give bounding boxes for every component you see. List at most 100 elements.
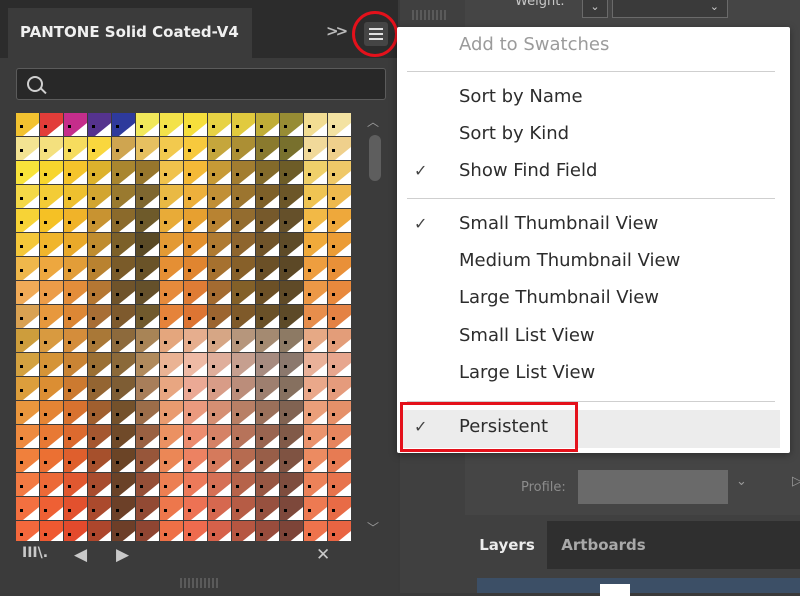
swatch-chip[interactable] — [16, 401, 40, 425]
swatch-chip[interactable] — [232, 497, 256, 521]
swatch-chip[interactable] — [40, 305, 64, 329]
swatch-chip[interactable] — [256, 473, 280, 497]
swatch-chip[interactable] — [112, 161, 136, 185]
swatch-chip[interactable] — [304, 257, 328, 281]
swatch-chip[interactable] — [280, 473, 304, 497]
swatch-chip[interactable] — [112, 425, 136, 449]
swatch-chip[interactable] — [208, 257, 232, 281]
swatch-chip[interactable] — [160, 497, 184, 521]
swatch-chip[interactable] — [136, 257, 160, 281]
swatch-chip[interactable] — [64, 521, 88, 541]
swatch-chip[interactable] — [160, 353, 184, 377]
swatch-chip[interactable] — [208, 473, 232, 497]
swatch-chip[interactable] — [64, 329, 88, 353]
swatch-chip[interactable] — [88, 305, 112, 329]
swatch-chip[interactable] — [160, 449, 184, 473]
swatch-chip[interactable] — [256, 185, 280, 209]
swatch-chip[interactable] — [208, 209, 232, 233]
swatch-chip[interactable] — [112, 113, 136, 137]
swatch-chip[interactable] — [256, 329, 280, 353]
swatch-chip[interactable] — [184, 185, 208, 209]
swatch-chip[interactable] — [112, 449, 136, 473]
swatch-chip[interactable] — [40, 233, 64, 257]
swatch-chip[interactable] — [40, 473, 64, 497]
swatch-chip[interactable] — [160, 281, 184, 305]
swatch-chip[interactable] — [280, 185, 304, 209]
swatch-chip[interactable] — [232, 329, 256, 353]
swatch-chip[interactable] — [40, 257, 64, 281]
swatch-chip[interactable] — [64, 137, 88, 161]
scroll-thumb[interactable] — [369, 135, 381, 181]
swatch-chip[interactable] — [256, 425, 280, 449]
swatch-chip[interactable] — [112, 473, 136, 497]
swatch-chip[interactable] — [112, 257, 136, 281]
profile-select[interactable] — [578, 470, 728, 504]
swatch-chip[interactable] — [64, 305, 88, 329]
swatch-chip[interactable] — [136, 161, 160, 185]
swatch-chip[interactable] — [304, 473, 328, 497]
swatch-chip[interactable] — [184, 257, 208, 281]
swatch-chip[interactable] — [328, 425, 352, 449]
swatch-chip[interactable] — [232, 113, 256, 137]
menu-item-sort-by-name[interactable]: Sort by Name — [397, 79, 790, 115]
swatch-chip[interactable] — [256, 113, 280, 137]
swatch-chip[interactable] — [232, 209, 256, 233]
swatch-chip[interactable] — [256, 497, 280, 521]
menu-item-medium-thumbnail-view[interactable]: Medium Thumbnail View — [397, 243, 790, 279]
swatch-chip[interactable] — [40, 281, 64, 305]
swatch-chip[interactable] — [64, 401, 88, 425]
swatch-chip[interactable] — [112, 377, 136, 401]
swatch-chip[interactable] — [328, 497, 352, 521]
next-library-icon[interactable]: ▶ — [116, 545, 129, 565]
swatch-scrollbar[interactable]: ︿ ﹀ — [364, 113, 388, 541]
swatch-chip[interactable] — [232, 185, 256, 209]
search-field[interactable] — [16, 68, 386, 100]
swatch-chip[interactable] — [136, 185, 160, 209]
swatch-chip[interactable] — [136, 425, 160, 449]
swatch-chip[interactable] — [40, 425, 64, 449]
swatch-chip[interactable] — [136, 401, 160, 425]
swatch-chip[interactable] — [136, 209, 160, 233]
swatch-chip[interactable] — [208, 353, 232, 377]
swatch-chip[interactable] — [16, 113, 40, 137]
swatch-chip[interactable] — [256, 401, 280, 425]
swatch-chip[interactable] — [112, 353, 136, 377]
swatch-chip[interactable] — [40, 521, 64, 541]
panel-tab[interactable]: PANTONE Solid Coated-V4 — [8, 8, 252, 58]
swatch-chip[interactable] — [88, 113, 112, 137]
swatch-chip[interactable] — [304, 377, 328, 401]
swatch-chip[interactable] — [280, 257, 304, 281]
swatch-chip[interactable] — [136, 113, 160, 137]
swatch-chip[interactable] — [160, 401, 184, 425]
swatch-chip[interactable] — [88, 521, 112, 541]
swatch-chip[interactable] — [208, 329, 232, 353]
weight-dropdown[interactable]: ⌄ — [612, 0, 728, 18]
swatch-chip[interactable] — [232, 137, 256, 161]
swatch-chip[interactable] — [88, 257, 112, 281]
swatch-chip[interactable] — [208, 425, 232, 449]
swatch-chip[interactable] — [64, 233, 88, 257]
swatch-chip[interactable] — [40, 113, 64, 137]
swatch-chip[interactable] — [280, 401, 304, 425]
swatch-chip[interactable] — [112, 305, 136, 329]
swatch-chip[interactable] — [136, 137, 160, 161]
swatch-chip[interactable] — [304, 113, 328, 137]
swatch-chip[interactable] — [40, 137, 64, 161]
swatch-chip[interactable] — [88, 137, 112, 161]
swatch-chip[interactable] — [184, 113, 208, 137]
swatch-chip[interactable] — [16, 137, 40, 161]
swatch-chip[interactable] — [280, 521, 304, 541]
swatch-chip[interactable] — [136, 521, 160, 541]
swatch-chip[interactable] — [328, 377, 352, 401]
swatch-chip[interactable] — [184, 473, 208, 497]
swatch-chip[interactable] — [304, 353, 328, 377]
library-menu-icon[interactable]: III\. — [22, 545, 48, 561]
swatch-chip[interactable] — [328, 473, 352, 497]
swatch-chip[interactable] — [64, 185, 88, 209]
search-input[interactable] — [53, 72, 377, 98]
menu-item-show-find-field[interactable]: ✓ Show Find Field — [397, 153, 790, 189]
swatch-chip[interactable] — [88, 209, 112, 233]
swatch-chip[interactable] — [208, 161, 232, 185]
swatch-chip[interactable] — [184, 305, 208, 329]
swatch-chip[interactable] — [208, 305, 232, 329]
